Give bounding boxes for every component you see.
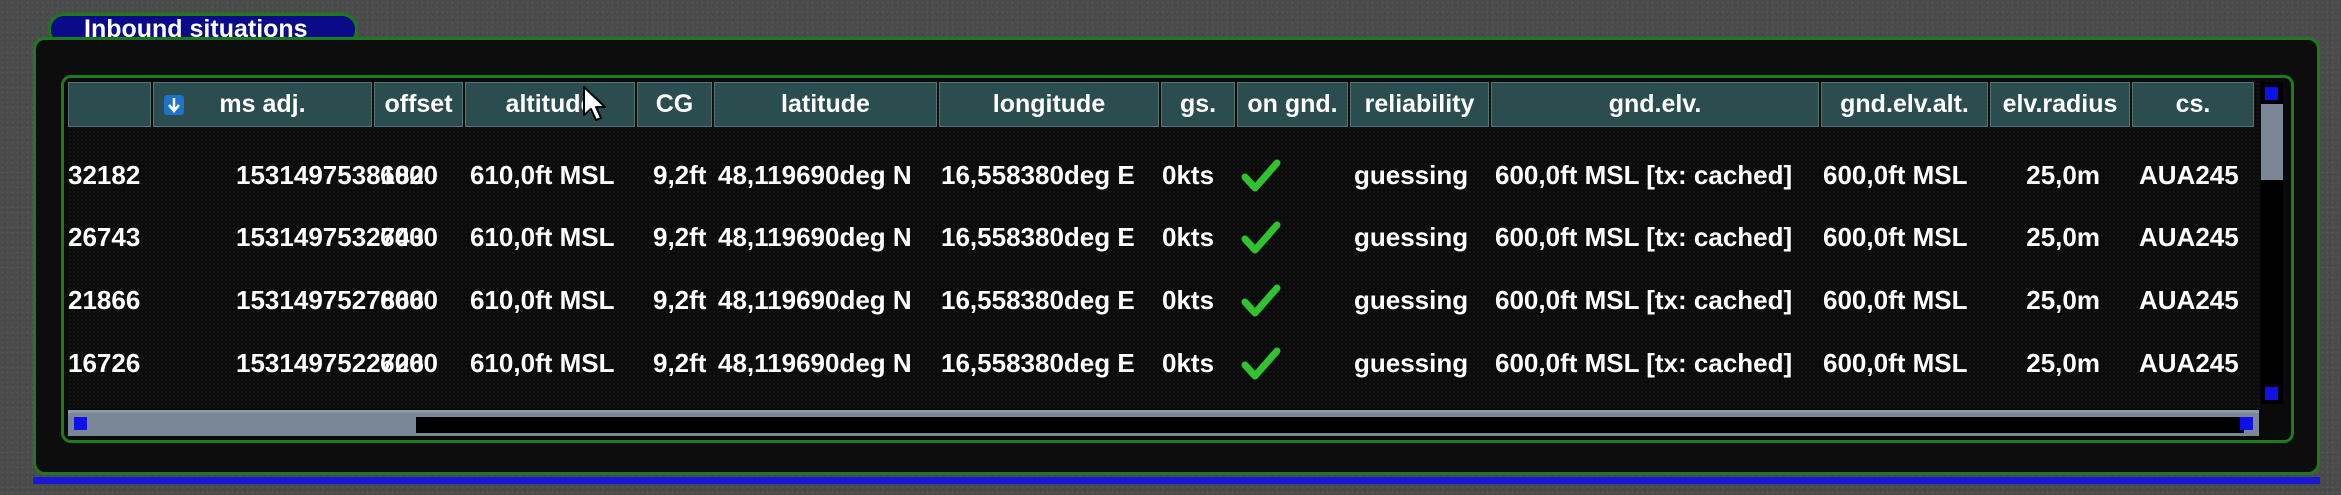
cell-offset: 6000 [380, 160, 438, 190]
cell-gs: 0kts [1162, 222, 1215, 252]
cell-id: 32182 [68, 160, 140, 190]
cell-reliability: guessing [1354, 222, 1469, 252]
cell-offset: 6000 [380, 348, 438, 378]
cell-id: 16726 [68, 348, 140, 378]
check-icon [1233, 270, 1289, 330]
column-header-id[interactable] [68, 82, 151, 127]
column-header-gnd-elv-alt[interactable]: gnd.elv.alt. [1821, 82, 1988, 127]
table-row[interactable]: 26743 1531497532743 6000 610,0ft MSL 9,2… [68, 207, 2259, 267]
check-icon [1233, 207, 1289, 267]
column-header-label: ms adj. [219, 90, 306, 118]
mouse-pointer-icon [582, 85, 608, 128]
cell-latitude: 48,119690deg N [718, 348, 912, 378]
cell-cg: 9,2ft [653, 222, 707, 252]
table-row[interactable]: 16726 1531497522726 6000 610,0ft MSL 9,2… [68, 333, 2259, 393]
cell-gnd-elv-alt: 600,0ft MSL [1823, 285, 1968, 315]
check-icon [1233, 333, 1289, 393]
table-row[interactable]: 21866 1531497527866 6000 610,0ft MSL 9,2… [68, 270, 2259, 330]
cell-latitude: 48,119690deg N [718, 160, 912, 190]
cell-reliability: guessing [1354, 160, 1469, 190]
scroll-right-button[interactable] [2240, 417, 2253, 430]
cell-elv-radius: 25,0m [2026, 285, 2100, 315]
cell-cs: AUA245 [2139, 160, 2239, 190]
cell-latitude: 48,119690deg N [718, 222, 912, 252]
table-header: ms adj. offset altitude CG latitude long… [68, 82, 2259, 129]
cell-cg: 9,2ft [653, 348, 707, 378]
cell-elv-radius: 25,0m [2026, 160, 2100, 190]
cell-cs: AUA245 [2139, 222, 2239, 252]
cell-gnd-elv-alt: 600,0ft MSL [1823, 160, 1968, 190]
cell-gnd-elv-alt: 600,0ft MSL [1823, 348, 1968, 378]
cell-latitude: 48,119690deg N [718, 285, 912, 315]
cell-gnd-elv: 600,0ft MSL [tx: cached] [1495, 160, 1793, 190]
cell-altitude: 610,0ft MSL [470, 160, 615, 190]
cell-cg: 9,2ft [653, 160, 707, 190]
cell-offset: 6000 [380, 222, 438, 252]
cell-cs: AUA245 [2139, 348, 2239, 378]
panel-bottom-bar [33, 477, 2320, 484]
column-header-elv-radius[interactable]: elv.radius [1990, 82, 2130, 127]
cell-elv-radius: 25,0m [2026, 348, 2100, 378]
cell-gnd-elv: 600,0ft MSL [tx: cached] [1495, 222, 1793, 252]
column-header-ms-adj[interactable]: ms adj. [153, 82, 372, 127]
column-header-longitude[interactable]: longitude [939, 82, 1159, 127]
cell-gs: 0kts [1162, 160, 1215, 190]
column-header-altitude[interactable]: altitude [465, 82, 635, 127]
cell-id: 21866 [68, 285, 140, 315]
cell-gnd-elv-alt: 600,0ft MSL [1823, 222, 1968, 252]
sort-arrow-down-icon [164, 95, 184, 115]
cell-altitude: 610,0ft MSL [470, 285, 615, 315]
column-header-cg[interactable]: CG [637, 82, 712, 127]
cell-gnd-elv: 600,0ft MSL [tx: cached] [1495, 348, 1793, 378]
column-header-offset[interactable]: offset [374, 82, 463, 127]
cell-gs: 0kts [1162, 285, 1215, 315]
scroll-up-button[interactable] [2265, 87, 2278, 100]
cell-reliability: guessing [1354, 348, 1469, 378]
scroll-down-button[interactable] [2265, 387, 2278, 400]
horizontal-scrollbar[interactable] [68, 410, 2259, 436]
vertical-scroll-thumb[interactable] [2261, 104, 2283, 180]
check-icon [1233, 145, 1289, 205]
cell-longitude: 16,558380deg E [941, 348, 1135, 378]
cell-altitude: 610,0ft MSL [470, 348, 615, 378]
cell-elv-radius: 25,0m [2026, 222, 2100, 252]
cell-cs: AUA245 [2139, 285, 2239, 315]
cell-gnd-elv: 600,0ft MSL [tx: cached] [1495, 285, 1793, 315]
horizontal-scroll-track[interactable] [416, 417, 2244, 433]
vertical-scrollbar[interactable] [2261, 82, 2283, 404]
column-header-on-gnd[interactable]: on gnd. [1237, 82, 1348, 127]
cell-longitude: 16,558380deg E [941, 222, 1135, 252]
cell-altitude: 610,0ft MSL [470, 222, 615, 252]
cell-longitude: 16,558380deg E [941, 285, 1135, 315]
cell-longitude: 16,558380deg E [941, 160, 1135, 190]
table-row[interactable]: 32182 1531497538182 6000 610,0ft MSL 9,2… [68, 145, 2259, 205]
cell-gs: 0kts [1162, 348, 1215, 378]
scroll-left-button[interactable] [74, 417, 87, 430]
situations-table: 32182 32182 1531497538182 6000 610,0ft M… [68, 82, 2259, 408]
cell-reliability: guessing [1354, 285, 1469, 315]
column-header-cs[interactable]: cs. [2132, 82, 2254, 127]
column-header-gnd-elv[interactable]: gnd.elv. [1491, 82, 1819, 127]
column-header-gs[interactable]: gs. [1161, 82, 1235, 127]
column-header-reliability[interactable]: reliability [1350, 82, 1489, 127]
cell-cg: 9,2ft [653, 285, 707, 315]
cell-id: 26743 [68, 222, 140, 252]
column-header-latitude[interactable]: latitude [714, 82, 937, 127]
cell-offset: 6000 [380, 285, 438, 315]
